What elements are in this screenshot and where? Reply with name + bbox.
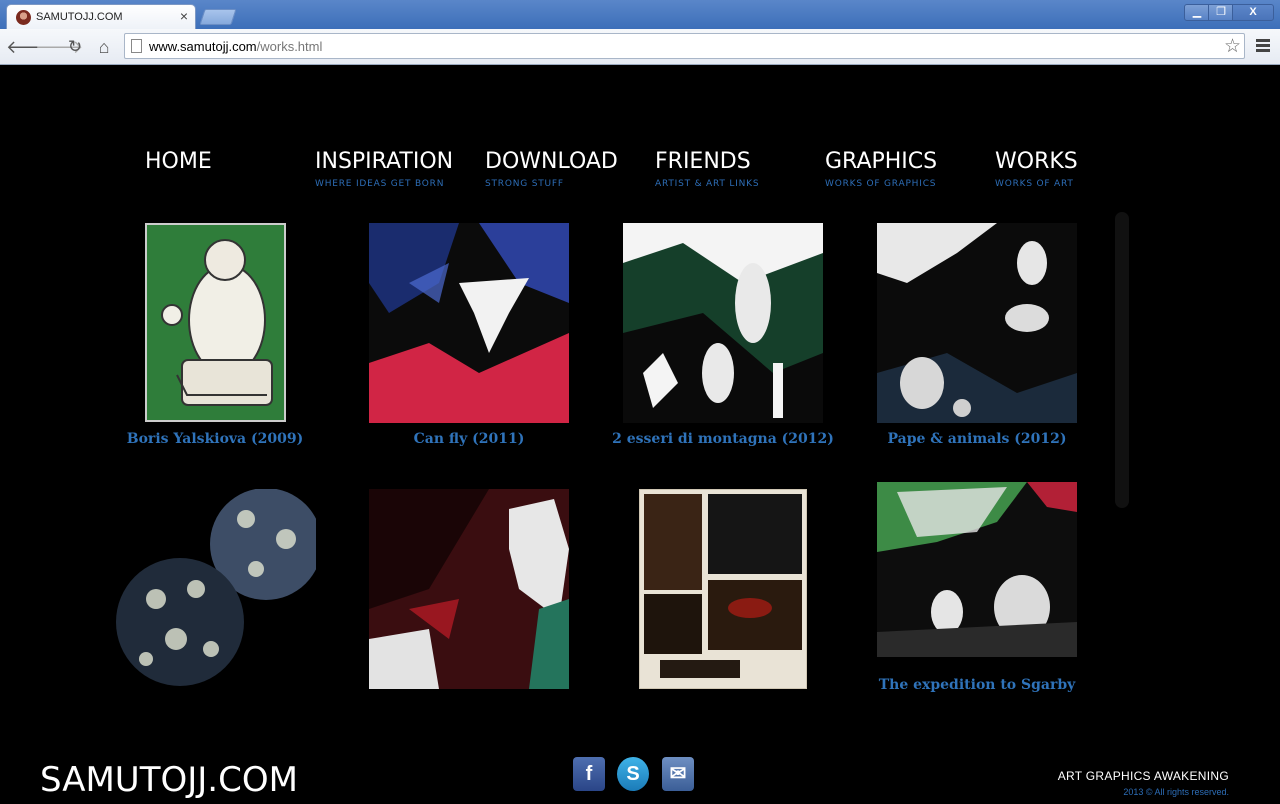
tab-title: SAMUTOJJ.COM [36,11,123,23]
artwork-thumbnail[interactable] [116,489,316,689]
artwork-caption[interactable]: The expedition to Sgarby [877,677,1077,693]
artwork-thumbnail[interactable] [639,489,807,689]
footer-tagline: ART GRAPHICS AWAKENING [1057,769,1229,783]
new-tab-button[interactable] [199,9,237,25]
artwork-thumbnail[interactable] [145,223,286,422]
artwork-thumbnail[interactable] [369,489,569,689]
close-window-button[interactable]: X [1232,4,1274,21]
artwork-caption[interactable]: 2 esseri di montagna (2012) [608,431,838,447]
footer-copyright: 2013 © All rights reserved. [1123,787,1229,797]
page-content: HOME INSPIRATION WHERE IDEAS GET BORN DO… [0,66,1280,804]
nav-home[interactable]: HOME [145,148,212,176]
mail-icon[interactable]: ✉ [662,757,694,791]
minimize-button[interactable]: ▁ [1184,4,1210,21]
tab-close-icon[interactable]: × [180,8,188,24]
nav-friends[interactable]: FRIENDS ARTIST & ART LINKS [655,148,759,189]
maximize-button[interactable]: ❐ [1208,4,1234,21]
browser-toolbar: 🡐 🡒 ↻ ⌂ www.samutojj.com/works.html ☆ [0,29,1280,65]
nav-download[interactable]: DOWNLOAD STRONG STUFF [485,148,618,189]
site-logo[interactable]: SAMUTOJJ.COM [40,760,298,800]
artwork-thumbnail[interactable] [877,482,1077,657]
bookmark-star-icon[interactable]: ☆ [1224,35,1241,58]
artwork-caption[interactable]: Can fly (2011) [374,431,564,447]
gallery-scrollbar[interactable] [1115,212,1129,508]
nav-inspiration[interactable]: INSPIRATION WHERE IDEAS GET BORN [315,148,453,189]
back-arrow-icon[interactable]: 🡐 [6,36,54,58]
facebook-icon[interactable]: f [573,757,605,791]
chrome-menu-icon[interactable] [1256,39,1270,53]
url-text[interactable]: www.samutojj.com/works.html [149,39,322,54]
artwork-caption[interactable]: Pape & animals (2012) [877,431,1077,447]
site-favicon-icon [16,10,31,25]
browser-tab[interactable]: SAMUTOJJ.COM × [6,4,196,29]
home-icon[interactable]: ⌂ [93,36,115,58]
browser-titlebar: SAMUTOJJ.COM × ▁ ❐ X [0,0,1280,29]
reload-icon[interactable]: ↻ [64,36,86,58]
address-bar[interactable]: www.samutojj.com/works.html ☆ [124,33,1245,59]
page-icon [131,39,142,53]
skype-icon[interactable]: S [617,757,649,791]
nav-works[interactable]: WORKS WORKS OF ART [995,148,1078,189]
artwork-thumbnail[interactable] [369,223,569,423]
artwork-thumbnail[interactable] [877,223,1077,423]
nav-graphics[interactable]: GRAPHICS WORKS OF GRAPHICS [825,148,937,189]
artwork-thumbnail[interactable] [623,223,823,423]
artwork-caption[interactable]: Boris Yalskiova (2009) [120,431,310,447]
forward-arrow-icon[interactable]: 🡒 [35,36,83,58]
